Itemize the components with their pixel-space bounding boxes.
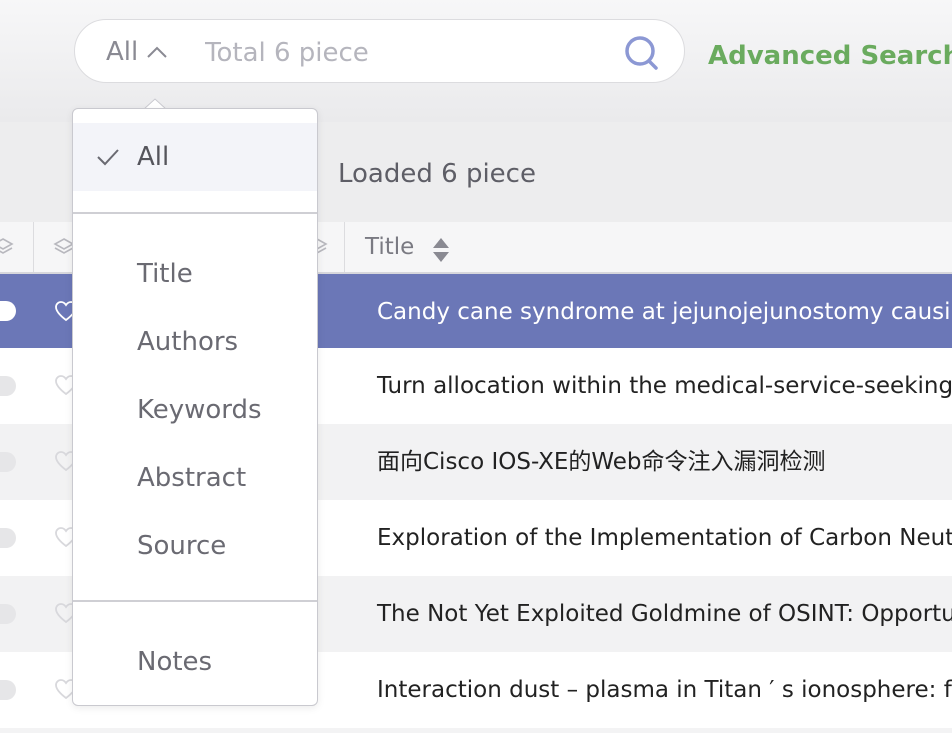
dropdown-divider bbox=[73, 600, 317, 602]
scope-option-label: Abstract bbox=[137, 463, 247, 493]
advanced-search-link[interactable]: Advanced Search bbox=[708, 38, 952, 74]
top-bar: All Advanced Search bbox=[0, 0, 952, 122]
read-status-dot[interactable] bbox=[0, 604, 16, 624]
row-title: 面向Cisco IOS-XE的Web命令注入漏洞检测 bbox=[377, 449, 826, 475]
scope-option-keywords[interactable]: Keywords bbox=[73, 376, 317, 444]
scope-option-label: Source bbox=[137, 531, 227, 561]
scope-option-label: Title bbox=[137, 259, 193, 289]
read-status-dot[interactable] bbox=[0, 528, 16, 548]
read-status-dot[interactable] bbox=[0, 376, 16, 396]
search-scope-dropdown: All Title Authors Keywords Abstract Sour… bbox=[72, 108, 318, 706]
header-title[interactable]: Title bbox=[365, 231, 414, 263]
search-box: All bbox=[74, 19, 685, 83]
search-icon[interactable] bbox=[623, 34, 661, 72]
scope-option-authors[interactable]: Authors bbox=[73, 308, 317, 376]
scope-option-notes[interactable]: Notes bbox=[73, 628, 317, 696]
row-title: Candy cane syndrome at jejunojejunostomy… bbox=[377, 299, 952, 325]
row-title: Exploration of the Implementation of Car… bbox=[377, 525, 952, 551]
scope-option-title[interactable]: Title bbox=[73, 240, 317, 308]
check-icon bbox=[97, 149, 119, 166]
dropdown-divider bbox=[73, 212, 317, 214]
layers-icon bbox=[0, 238, 14, 254]
search-input[interactable] bbox=[203, 32, 607, 74]
scope-option-source[interactable]: Source bbox=[73, 512, 317, 580]
read-status-dot[interactable] bbox=[0, 452, 16, 472]
row-title: Interaction dust – plasma in Titan ′ s i… bbox=[377, 677, 952, 703]
scope-option-label: All bbox=[137, 142, 170, 172]
header-column-read[interactable] bbox=[0, 222, 34, 272]
scope-option-label: Keywords bbox=[137, 395, 262, 425]
sort-icon[interactable] bbox=[432, 236, 450, 264]
chevron-up-icon[interactable] bbox=[145, 40, 169, 64]
scope-option-label: Notes bbox=[137, 647, 213, 677]
header-column-favorite[interactable] bbox=[33, 222, 75, 272]
row-title: The Not Yet Exploited Goldmine of OSINT:… bbox=[377, 601, 952, 627]
search-scope-selector[interactable]: All bbox=[106, 36, 138, 68]
read-status-dot[interactable] bbox=[0, 680, 16, 700]
scope-option-abstract[interactable]: Abstract bbox=[73, 444, 317, 512]
header-column-attachment[interactable] bbox=[306, 222, 345, 272]
scope-option-all[interactable]: All bbox=[73, 123, 317, 191]
read-status-dot[interactable] bbox=[0, 301, 16, 321]
row-title: Turn allocation within the medical-servi… bbox=[377, 373, 952, 399]
loaded-count: Loaded 6 piece bbox=[338, 159, 536, 189]
scope-option-label: Authors bbox=[137, 327, 239, 357]
